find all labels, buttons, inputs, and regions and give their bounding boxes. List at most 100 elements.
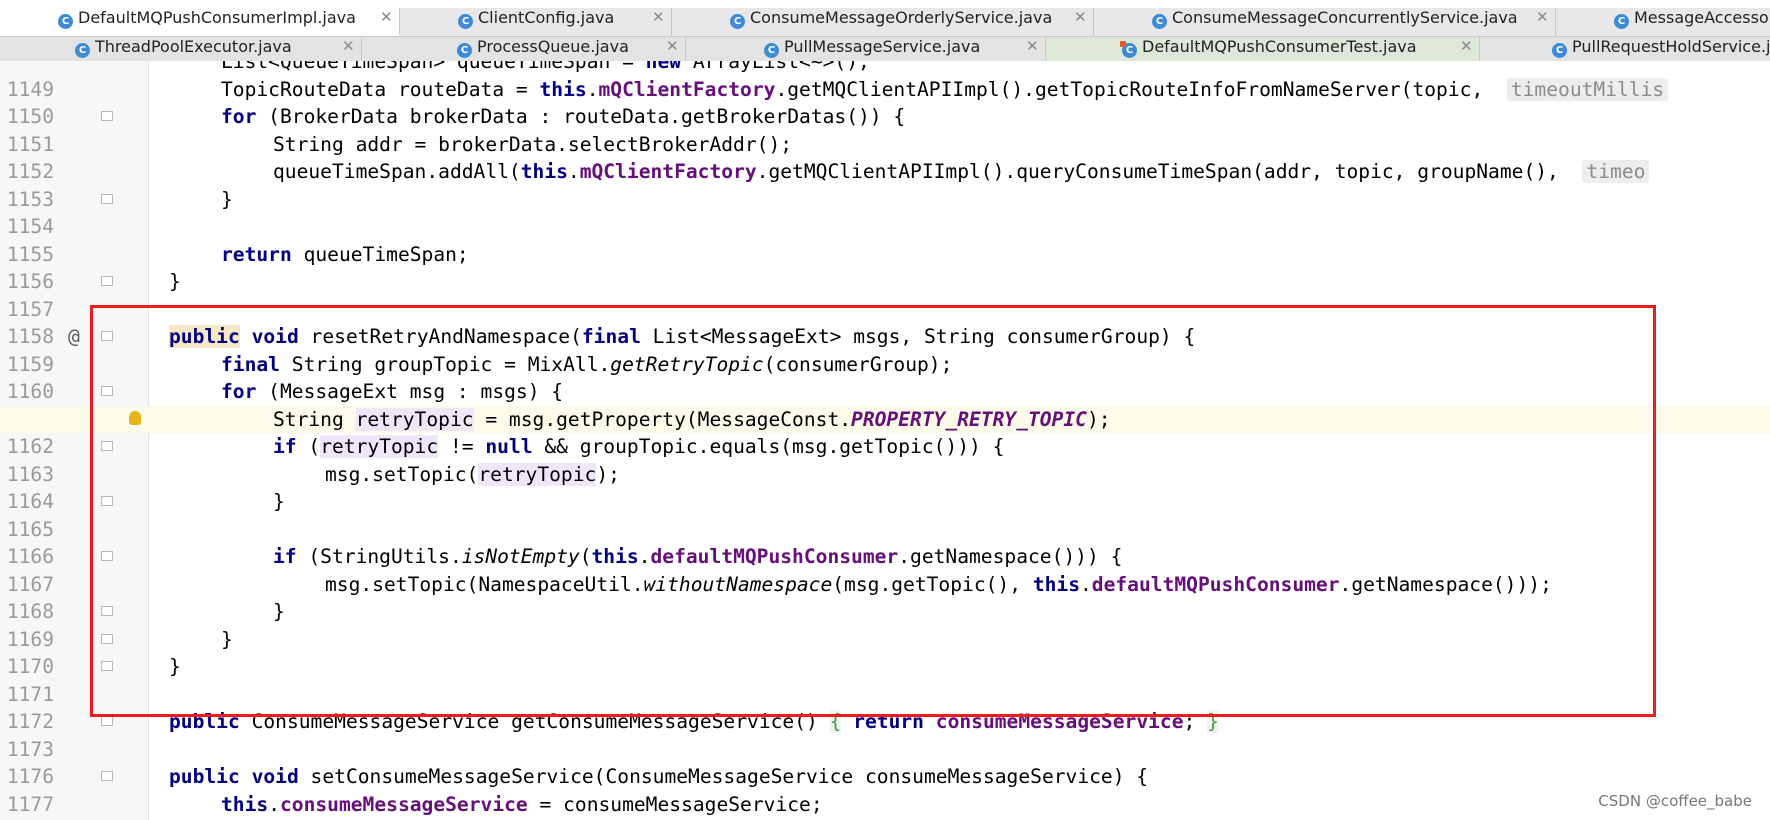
code-line[interactable]: 1164 msg.setTopic(retryTopic); <box>0 461 1770 513</box>
code-text: List<QueueTimeSpan> queueTimeSpan = new … <box>221 61 870 73</box>
java-class-icon: C <box>764 43 779 58</box>
java-class-icon: C <box>457 43 472 58</box>
code-editor[interactable]: 1149 List<QueueTimeSpan> queueTimeSpan =… <box>0 61 1770 820</box>
fold-expand-icon[interactable] <box>101 716 113 726</box>
code-line[interactable]: 1165 } <box>0 488 1770 541</box>
code-text: } <box>169 655 181 678</box>
tab-label: ConsumeMessageConcurrentlyService.java <box>1172 8 1518 27</box>
code-line[interactable]: 1170 } <box>0 626 1770 679</box>
code-line[interactable]: 1163 if (retryTopic != null && groupTopi… <box>0 433 1770 486</box>
code-text: final String groupTopic = MixAll.getRetr… <box>221 352 953 376</box>
close-icon[interactable]: ✕ <box>1026 37 1039 55</box>
lightbulb-icon[interactable] <box>129 410 141 425</box>
code-line[interactable]: 1169 } <box>0 598 1770 651</box>
code-line[interactable]: 1166 <box>0 516 1770 568</box>
fold-marker-icon[interactable] <box>101 111 113 121</box>
tab-label: PullRequestHoldService.jav <box>1572 37 1770 56</box>
code-line[interactable]: 1161 for (MessageExt msg : msgs) { <box>0 378 1770 431</box>
fold-marker-icon[interactable] <box>101 661 113 671</box>
tab-messageaccessor[interactable]: C MessageAccessor.j <box>1556 8 1770 36</box>
close-icon[interactable]: ✕ <box>652 8 665 26</box>
code-line[interactable]: 1177 public void setConsumeMessageServic… <box>0 763 1770 816</box>
code-line[interactable]: 1171 } <box>0 653 1770 706</box>
code-text: for (MessageExt msg : msgs) { <box>221 380 564 403</box>
close-icon[interactable]: ✕ <box>380 8 393 26</box>
close-icon[interactable]: ✕ <box>1536 8 1549 26</box>
fold-marker-icon[interactable] <box>101 193 113 204</box>
tab-defaultmqpushconsumerimpl[interactable]: C DefaultMQPushConsumerImpl.java ✕ <box>0 8 400 36</box>
parameter-hint: timeo <box>1582 160 1650 183</box>
code-text: for (BrokerData brokerData : routeData.g… <box>221 105 906 128</box>
code-line[interactable]: 1152 String addr = brokerData.selectBrok… <box>0 131 1770 184</box>
close-icon[interactable]: ✕ <box>1074 8 1087 26</box>
java-class-icon: C <box>730 14 745 29</box>
fold-marker-icon[interactable] <box>101 771 113 781</box>
code-text: } <box>221 187 233 211</box>
code-line[interactable]: 1151 for (BrokerData brokerData : routeD… <box>0 103 1770 156</box>
code-line[interactable]: 1159 @ public void resetRetryAndNamespac… <box>0 323 1770 376</box>
tab-label: ThreadPoolExecutor.java <box>95 37 292 56</box>
code-line-current[interactable]: 1162 String retryTopic = msg.getProperty… <box>0 405 1770 458</box>
java-class-icon: C <box>1552 43 1567 58</box>
code-text: if (retryTopic != null && groupTopic.equ… <box>273 435 1005 458</box>
code-line[interactable]: 1153 queueTimeSpan.addAll(this.mQClientF… <box>0 158 1770 211</box>
java-class-icon: C <box>1152 14 1167 29</box>
fold-marker-icon[interactable] <box>101 551 113 561</box>
java-class-icon: C <box>458 14 473 29</box>
tab-label: ProcessQueue.java <box>477 37 629 56</box>
tab-label: ConsumeMessageOrderlyService.java <box>750 8 1053 27</box>
code-text: msg.setTopic(NamespaceUtil.withoutNamesp… <box>325 572 1552 596</box>
fold-marker-icon[interactable] <box>101 606 113 616</box>
code-text: return queueTimeSpan; <box>221 242 469 266</box>
tab-clientconfig[interactable]: C ClientConfig.java ✕ <box>400 8 672 36</box>
code-line[interactable]: 1176 <box>0 736 1770 788</box>
code-text: } <box>273 490 285 513</box>
code-line[interactable]: 1154 } <box>0 186 1770 239</box>
code-text: msg.setTopic(retryTopic); <box>325 462 620 486</box>
tab-label: DefaultMQPushConsumerImpl.java <box>78 8 356 27</box>
tab-label: DefaultMQPushConsumerTest.java <box>1142 37 1417 56</box>
code-line[interactable]: 1167 if (StringUtils.isNotEmpty(this.def… <box>0 543 1770 596</box>
tab-consumemessageorderlyservice[interactable]: C ConsumeMessageOrderlyService.java ✕ <box>672 8 1094 36</box>
code-text: queueTimeSpan.addAll(this.mQClientFactor… <box>273 158 1650 186</box>
java-class-icon: C <box>1614 14 1629 29</box>
code-text: String retryTopic = msg.getProperty(Mess… <box>273 407 1111 431</box>
code-text: public void setConsumeMessageService(Con… <box>169 765 1149 788</box>
fold-marker-icon[interactable] <box>101 331 113 341</box>
code-text: } <box>169 270 181 293</box>
java-test-class-icon: C <box>1120 41 1137 58</box>
code-text: } <box>221 627 233 651</box>
code-text: } <box>273 600 285 623</box>
code-line[interactable]: 1155 <box>0 213 1770 266</box>
code-text: this.consumeMessageService = consumeMess… <box>221 792 823 816</box>
fold-marker-icon[interactable] <box>101 441 113 451</box>
close-icon[interactable]: ✕ <box>1460 37 1473 55</box>
watermark: CSDN @coffee_babe <box>1598 792 1752 810</box>
code-line[interactable]: 1168 msg.setTopic(NamespaceUtil.withoutN… <box>0 571 1770 624</box>
tab-consumemessageconcurrentlyservice[interactable]: C ConsumeMessageConcurrentlyService.java… <box>1094 8 1556 36</box>
code-line[interactable]: 1160 final String groupTopic = MixAll.ge… <box>0 351 1770 404</box>
override-marker[interactable]: @ <box>68 323 80 351</box>
code-line[interactable]: 1157 } <box>0 268 1770 321</box>
code-line[interactable]: 1158 <box>0 296 1770 348</box>
code-line[interactable]: 1149 List<QueueTimeSpan> queueTimeSpan =… <box>0 61 1770 101</box>
code-line[interactable]: 1173 public ConsumeMessageService getCon… <box>0 708 1770 761</box>
close-icon[interactable]: ✕ <box>666 37 679 55</box>
fold-marker-icon[interactable] <box>101 633 113 644</box>
fold-marker-icon[interactable] <box>101 276 113 286</box>
code-text: if (StringUtils.isNotEmpty(this.defaultM… <box>273 545 1123 568</box>
code-line[interactable]: 1150 TopicRouteData routeData = this.mQC… <box>0 76 1770 128</box>
code-line[interactable]: 1178 this.consumeMessageService = consum… <box>0 791 1770 819</box>
code-text: public void resetRetryAndNamespace(final… <box>169 325 1196 348</box>
fold-marker-icon[interactable] <box>101 496 113 506</box>
code-line[interactable]: 1172 <box>0 681 1770 733</box>
code-line[interactable]: 1156 return queueTimeSpan; <box>0 241 1770 294</box>
code-text: public ConsumeMessageService getConsumeM… <box>169 710 1219 733</box>
tab-label: MessageAccessor.j <box>1634 8 1770 27</box>
code-text: TopicRouteData routeData = this.mQClient… <box>221 76 1669 104</box>
editor-tabs-row-1: C DefaultMQPushConsumerImpl.java ✕ C Cli… <box>0 8 1770 37</box>
close-icon[interactable]: ✕ <box>342 37 355 55</box>
java-class-icon: C <box>58 14 73 29</box>
tab-label: PullMessageService.java <box>784 37 981 56</box>
fold-marker-icon[interactable] <box>101 386 113 396</box>
